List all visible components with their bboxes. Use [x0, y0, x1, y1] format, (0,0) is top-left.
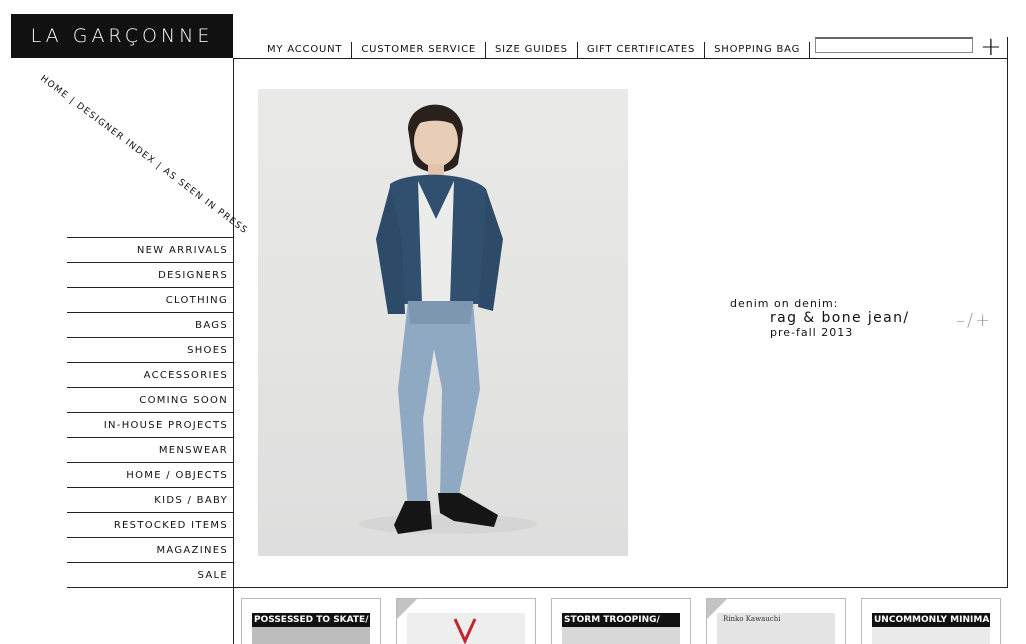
breadcrumb-home[interactable]: HOME: [38, 74, 70, 102]
thumb-caption: Rinko Kawauchi: [723, 615, 781, 623]
nav-gift-certificates[interactable]: GIFT CERTIFICATES: [578, 42, 706, 58]
thumb-item[interactable]: Rinko Kawauchi: [706, 598, 846, 644]
sidebar-item-bags[interactable]: BAGS: [67, 313, 234, 338]
thumb-graphic: [453, 618, 477, 644]
thumb-item[interactable]: [396, 598, 536, 644]
sidebar-item-accessories[interactable]: ACCESSORIES: [67, 363, 234, 388]
pager-next-button[interactable]: +: [975, 310, 992, 331]
sidebar-item-home-objects[interactable]: HOME / OBJECTS: [67, 463, 234, 488]
thumb-item[interactable]: STORM TROOPING/: [551, 598, 691, 644]
sidebar-item-in-house-projects[interactable]: IN-HOUSE PROJECTS: [67, 413, 234, 438]
frame-divider-bottom: [233, 587, 1008, 588]
feature-season: pre-fall 2013: [770, 326, 854, 339]
sidebar-item-clothing[interactable]: CLOTHING: [67, 288, 234, 313]
search-input[interactable]: [815, 37, 973, 53]
logo[interactable]: LA GARÇONNE: [11, 14, 233, 58]
feature-caption[interactable]: denim on denim: rag & bone jean/ pre-fal…: [730, 297, 910, 339]
sidebar-item-shoes[interactable]: SHOES: [67, 338, 234, 363]
thumb-item[interactable]: UNCOMMONLY MINIMAL/: [861, 598, 1001, 644]
frame-divider-top: [233, 58, 1008, 59]
breadcrumb: HOME | DESIGNER INDEX | AS SEEN IN PRESS: [38, 74, 249, 237]
thumb-item[interactable]: POSSESSED TO SKATE/: [241, 598, 381, 644]
sidebar-item-coming-soon[interactable]: COMING SOON: [67, 388, 234, 413]
top-navigation: MY ACCOUNT CUSTOMER SERVICE SIZE GUIDES …: [258, 42, 873, 58]
thumb-label: STORM TROOPING/: [562, 613, 680, 627]
plus-icon[interactable]: +: [980, 34, 1002, 60]
sidebar-item-kids-baby[interactable]: KIDS / BABY: [67, 488, 234, 513]
sidebar-item-new-arrivals[interactable]: NEW ARRIVALS: [67, 238, 234, 263]
breadcrumb-designer-index[interactable]: DESIGNER INDEX: [74, 101, 157, 167]
sidebar-item-restocked-items[interactable]: RESTOCKED ITEMS: [67, 513, 234, 538]
feature-title: denim on denim:: [730, 297, 839, 310]
slideshow-pager: –/+: [956, 310, 992, 331]
nav-shopping-bag[interactable]: SHOPPING BAG: [705, 42, 811, 58]
nav-size-guides[interactable]: SIZE GUIDES: [486, 42, 578, 58]
nav-customer-service[interactable]: CUSTOMER SERVICE: [352, 42, 486, 58]
sidebar-item-sale[interactable]: SALE: [67, 563, 234, 588]
sidebar-item-magazines[interactable]: MAGAZINES: [67, 538, 234, 563]
model-figure: [358, 104, 538, 534]
side-navigation: NEW ARRIVALS DESIGNERS CLOTHING BAGS SHO…: [67, 237, 234, 588]
hero-image[interactable]: [258, 89, 628, 556]
thumb-label: UNCOMMONLY MINIMAL/: [872, 613, 990, 627]
breadcrumb-as-seen-in-press[interactable]: AS SEEN IN PRESS: [161, 166, 249, 236]
nav-my-account[interactable]: MY ACCOUNT: [258, 42, 353, 58]
sidebar-item-designers[interactable]: DESIGNERS: [67, 263, 234, 288]
frame-divider-right: [1007, 37, 1008, 587]
sidebar-item-menswear[interactable]: MENSWEAR: [67, 438, 234, 463]
thumb-label: POSSESSED TO SKATE/: [252, 613, 370, 627]
pager-prev-button[interactable]: –: [956, 310, 967, 331]
pager-separator: /: [967, 310, 976, 331]
feature-brand: rag & bone jean/: [770, 310, 910, 326]
